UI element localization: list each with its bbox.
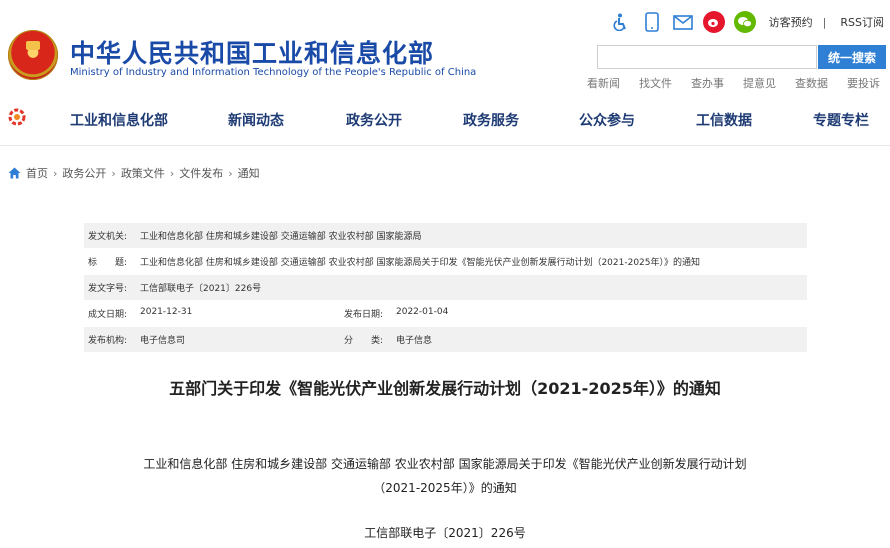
created-value: 2021-12-31 bbox=[140, 307, 193, 317]
mail-icon[interactable] bbox=[672, 11, 694, 33]
published-value: 2022-01-04 bbox=[396, 307, 449, 317]
national-emblem-logo[interactable] bbox=[8, 30, 58, 80]
chevron-right-icon: › bbox=[53, 166, 58, 180]
info-row-docno: 发文字号: 工信部联电子〔2021〕226号 bbox=[84, 275, 807, 301]
breadcrumb: 首页 › 政务公开 › 政策文件 › 文件发布 › 通知 bbox=[8, 165, 260, 181]
nav-item-government-services[interactable]: 政务服务 bbox=[463, 110, 519, 130]
breadcrumb-open-government[interactable]: 政务公开 bbox=[62, 165, 106, 181]
breadcrumb-notice[interactable]: 通知 bbox=[238, 165, 260, 181]
chevron-right-icon: › bbox=[169, 166, 175, 180]
chevron-right-icon: › bbox=[111, 166, 116, 180]
quick-links: 看新闻 找文件 查办事 提意见 查数据 要投诉 bbox=[568, 75, 880, 91]
info-row-title: 标 题: 工业和信息化部 住房和城乡建设部 交通运输部 农业农村部 国家能源局关… bbox=[84, 249, 807, 275]
quick-link-feedback[interactable]: 提意见 bbox=[743, 75, 776, 91]
nav-divider bbox=[0, 145, 890, 146]
weibo-icon[interactable] bbox=[702, 11, 725, 33]
issuer-value: 工业和信息化部 住房和城乡建设部 交通运输部 农业农村部 国家能源局 bbox=[140, 232, 422, 242]
quick-link-news[interactable]: 看新闻 bbox=[587, 75, 620, 91]
docno-label: 发文字号: bbox=[88, 284, 128, 294]
breadcrumb-file-release[interactable]: 文件发布 bbox=[179, 165, 223, 181]
main-nav: 工业和信息化部 新闻动态 政务公开 政务服务 公众参与 工信数据 专题专栏 bbox=[70, 110, 880, 130]
site-title[interactable]: 中华人民共和国工业和信息化部 bbox=[70, 34, 434, 70]
created-label: 成文日期: bbox=[88, 310, 128, 320]
search-input[interactable] bbox=[597, 45, 817, 69]
top-utility-bar: 访客预约 | RSS订阅 bbox=[610, 10, 884, 34]
nav-item-special-topics[interactable]: 专题专栏 bbox=[813, 110, 869, 130]
wechat-icon[interactable] bbox=[733, 11, 756, 33]
nav-item-ministry[interactable]: 工业和信息化部 bbox=[70, 110, 168, 130]
quick-link-complaints[interactable]: 要投诉 bbox=[847, 75, 880, 91]
nav-logo-icon[interactable] bbox=[6, 106, 28, 128]
visitor-appointment-link[interactable]: 访客预约 bbox=[769, 14, 813, 30]
quick-link-files[interactable]: 找文件 bbox=[639, 75, 672, 91]
breadcrumb-policy-files[interactable]: 政策文件 bbox=[121, 165, 165, 181]
info-row-org: 发布机构: 电子信息司 分 类: 电子信息 bbox=[84, 327, 807, 353]
site-subtitle: Ministry of Industry and Information Tec… bbox=[70, 67, 477, 78]
quick-link-data[interactable]: 查数据 bbox=[795, 75, 828, 91]
org-value: 电子信息司 bbox=[140, 336, 186, 346]
rss-link[interactable]: RSS订阅 bbox=[840, 14, 884, 30]
mobile-icon[interactable] bbox=[641, 11, 663, 33]
nav-item-news[interactable]: 新闻动态 bbox=[228, 110, 284, 130]
title-label: 标 题: bbox=[88, 258, 128, 268]
document-number: 工信部联电子〔2021〕226号 bbox=[364, 526, 526, 540]
nav-item-data[interactable]: 工信数据 bbox=[696, 110, 752, 130]
document-heading-line-2: （2021-2025年）》的通知 bbox=[373, 481, 517, 495]
nav-item-public-participation[interactable]: 公众参与 bbox=[579, 110, 635, 130]
chevron-right-icon: › bbox=[228, 166, 233, 180]
docno-value: 工信部联电子〔2021〕226号 bbox=[140, 284, 262, 294]
quick-link-services[interactable]: 查办事 bbox=[691, 75, 724, 91]
document-title: 五部门关于印发《智能光伏产业创新发展行动计划（2021-2025年）》的通知 bbox=[169, 379, 721, 398]
divider: | bbox=[822, 15, 827, 29]
search-button[interactable]: 统一搜索 bbox=[818, 45, 886, 69]
category-value: 电子信息 bbox=[396, 336, 433, 346]
title-value: 工业和信息化部 住房和城乡建设部 交通运输部 农业农村部 国家能源局关于印发《智… bbox=[140, 258, 701, 268]
breadcrumb-home[interactable]: 首页 bbox=[26, 165, 48, 181]
issuer-label: 发文机关: bbox=[88, 232, 128, 242]
info-row-issuer: 发文机关: 工业和信息化部 住房和城乡建设部 交通运输部 农业农村部 国家能源局 bbox=[84, 223, 807, 249]
published-label: 发布日期: bbox=[344, 310, 384, 320]
document-heading-line-1: 工业和信息化部 住房和城乡建设部 交通运输部 农业农村部 国家能源局关于印发《智… bbox=[143, 457, 747, 471]
document-info-table: 发文机关: 工业和信息化部 住房和城乡建设部 交通运输部 农业农村部 国家能源局… bbox=[84, 223, 807, 353]
home-icon[interactable] bbox=[8, 167, 21, 179]
org-label: 发布机构: bbox=[88, 336, 128, 346]
accessibility-icon[interactable] bbox=[610, 11, 632, 33]
info-row-dates: 成文日期: 2021-12-31 发布日期: 2022-01-04 bbox=[84, 301, 807, 327]
nav-item-open-government[interactable]: 政务公开 bbox=[346, 110, 402, 130]
category-label: 分 类: bbox=[344, 336, 384, 346]
